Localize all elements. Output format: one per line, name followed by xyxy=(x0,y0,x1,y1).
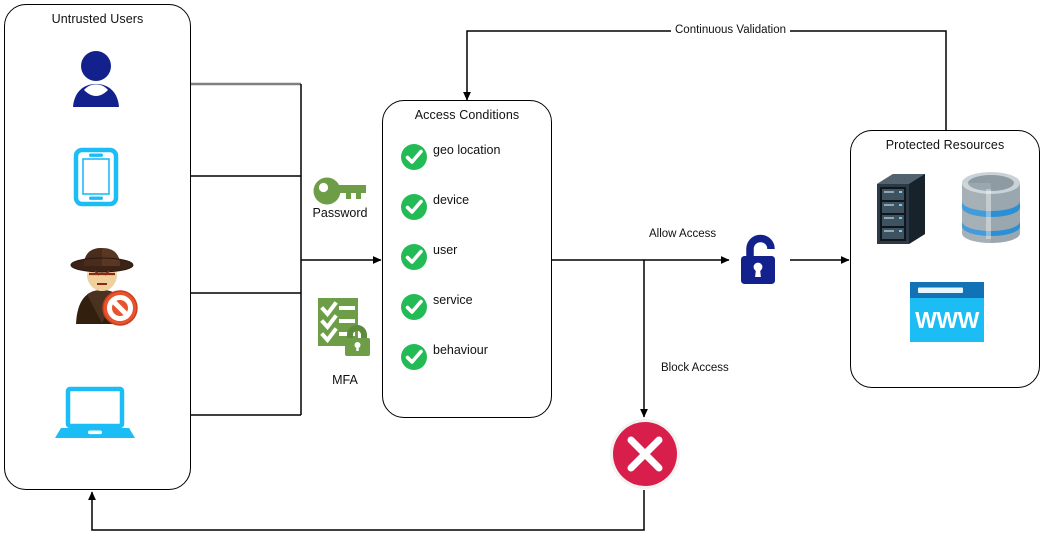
smartphone-icon xyxy=(73,147,119,207)
condition-row: device xyxy=(400,193,470,220)
condition-label: service xyxy=(433,293,473,307)
condition-row: user xyxy=(400,243,458,270)
check-circle-icon xyxy=(401,244,427,270)
key-icon xyxy=(313,175,369,207)
svg-text:WWW: WWW xyxy=(915,307,979,333)
access-conditions-title: Access Conditions xyxy=(414,108,520,122)
check-circle-icon xyxy=(401,194,427,220)
server-rack-icon xyxy=(869,170,933,250)
check-circle-icon xyxy=(401,344,427,370)
condition-label: behaviour xyxy=(433,343,488,357)
untrusted-users-title: Untrusted Users xyxy=(51,12,144,26)
access-conditions-group: Access Conditions geo location device us… xyxy=(382,100,552,418)
open-padlock-icon xyxy=(735,232,785,288)
protected-resources-title: Protected Resources xyxy=(885,138,1005,152)
person-icon xyxy=(66,50,126,108)
laptop-icon xyxy=(55,386,135,441)
condition-label: user xyxy=(433,243,458,257)
continuous-validation-label: Continuous Validation xyxy=(671,24,791,36)
condition-label: geo location xyxy=(433,143,501,157)
check-circle-icon xyxy=(401,144,427,170)
condition-row: behaviour xyxy=(400,343,488,370)
hacker-blocked-icon xyxy=(62,246,142,328)
condition-row: geo location xyxy=(400,143,501,170)
condition-label: device xyxy=(433,193,470,207)
database-icon xyxy=(958,171,1024,245)
protected-resources-group: Protected Resources xyxy=(850,130,1040,388)
condition-row: service xyxy=(400,293,473,320)
diagram-canvas: Untrusted Users Password MFA Access Cond… xyxy=(0,0,1043,539)
allow-access-label: Allow Access xyxy=(645,228,721,240)
www-browser-icon: WWW xyxy=(910,282,984,342)
check-circle-icon xyxy=(401,294,427,320)
block-access-label: Block Access xyxy=(657,362,733,374)
mfa-checklist-lock-icon xyxy=(317,297,373,357)
red-x-circle-icon xyxy=(609,418,681,490)
